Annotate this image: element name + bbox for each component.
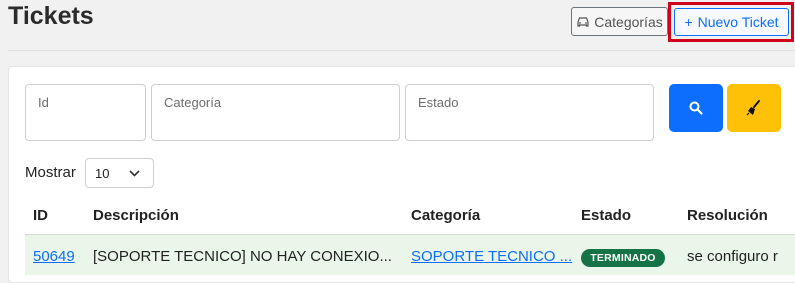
highlight-frame — [668, 2, 794, 42]
broom-icon — [746, 100, 760, 116]
ticket-id-link[interactable]: 50649 — [33, 248, 75, 265]
column-header-resolucion[interactable]: Resolución — [687, 207, 768, 224]
car-icon — [577, 16, 589, 27]
column-header-descripcion[interactable]: Descripción — [93, 207, 179, 224]
status-badge: TERMINADO — [581, 249, 665, 267]
ticket-resolution: se configuro r — [687, 248, 778, 265]
column-header-estado[interactable]: Estado — [581, 207, 631, 224]
ticket-description: [SOPORTE TECNICO] NO HAY CONEXIO... — [93, 248, 392, 265]
search-button[interactable] — [669, 84, 723, 132]
categorias-label: Categorías — [594, 13, 663, 30]
page-title: Tickets — [8, 2, 94, 30]
clear-filters-button[interactable] — [727, 84, 781, 132]
ticket-category-link[interactable]: SOPORTE TECNICO ... — [411, 248, 572, 265]
mostrar-label: Mostrar — [25, 164, 76, 181]
page-size-select[interactable]: 10 — [85, 158, 154, 188]
categoria-field[interactable]: Categoría — [151, 84, 400, 141]
categoria-field-label: Categoría — [164, 95, 222, 110]
column-header-categoria[interactable]: Categoría — [411, 207, 480, 224]
categorias-button[interactable]: Categorías — [571, 7, 668, 36]
estado-field[interactable]: Estado — [405, 84, 654, 141]
column-header-id[interactable]: ID — [33, 207, 48, 224]
header-divider — [8, 50, 795, 51]
id-field[interactable]: Id — [25, 84, 146, 141]
estado-field-label: Estado — [418, 95, 459, 110]
page-size-value: 10 — [95, 166, 110, 181]
chevron-down-icon — [129, 170, 140, 177]
search-icon — [689, 101, 703, 115]
id-field-label: Id — [38, 95, 49, 110]
